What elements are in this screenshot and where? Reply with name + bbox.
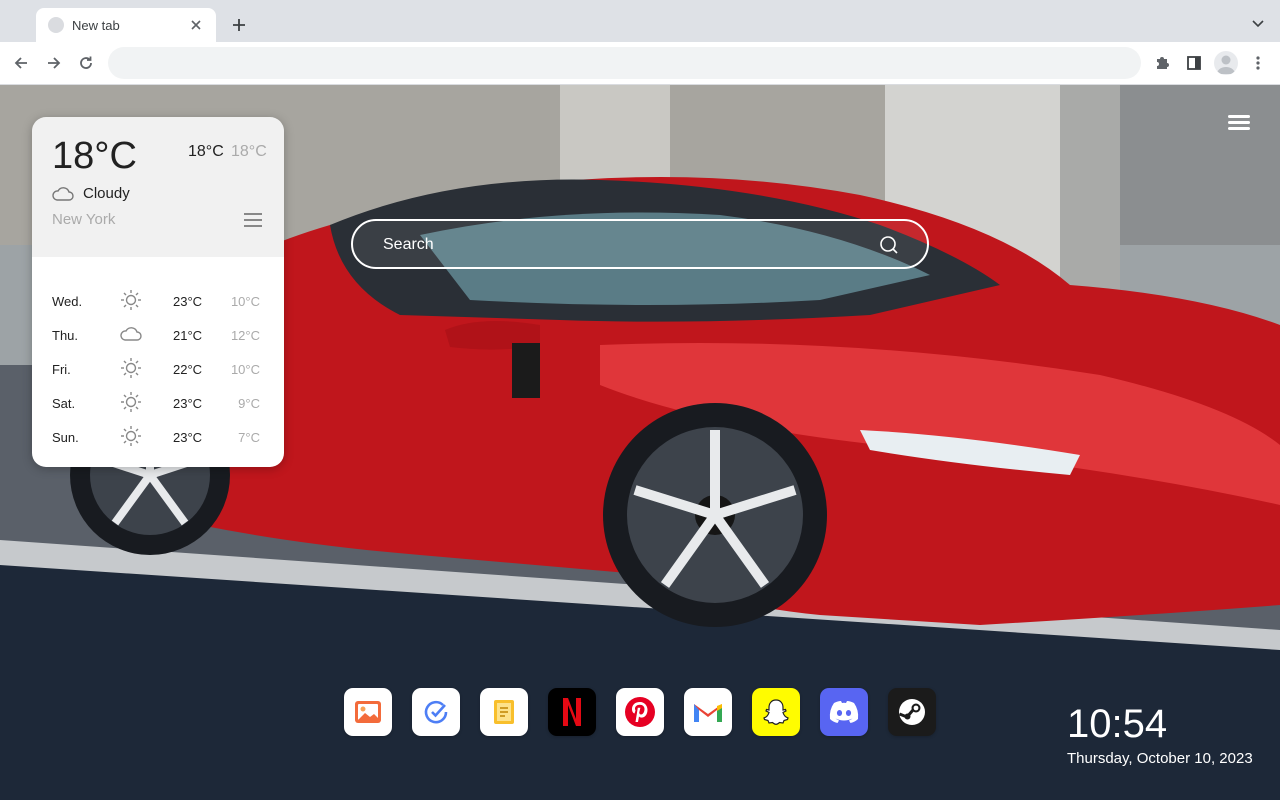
- arrow-right-icon[interactable]: [42, 51, 66, 75]
- discord-icon: [829, 701, 859, 723]
- note-icon: [494, 700, 514, 724]
- weather-condition: Cloudy: [83, 185, 130, 202]
- today-high: 18°C: [188, 143, 224, 160]
- forecast-high: 23°C: [173, 430, 203, 445]
- gmail-icon: [694, 704, 722, 722]
- forecast-day: Fri.: [52, 362, 71, 377]
- app-tasks[interactable]: [412, 688, 460, 736]
- tab-new-tab[interactable]: New tab: [36, 8, 216, 42]
- app-snapchat[interactable]: [752, 688, 800, 736]
- forecast-day: Wed.: [52, 294, 83, 309]
- forecast-day: Thu.: [52, 328, 79, 343]
- search-box: [351, 219, 929, 269]
- arrow-left-icon[interactable]: [9, 51, 33, 75]
- sun-icon: [121, 392, 141, 412]
- forecast-row: Wed. 23°C 10°C: [32, 283, 284, 317]
- forecast-low: 10°C: [230, 294, 260, 309]
- globe-icon: [48, 17, 64, 33]
- forecast-day: Sun.: [52, 430, 79, 445]
- app-gmail[interactable]: [684, 688, 732, 736]
- forecast-high: 21°C: [173, 328, 203, 343]
- forecast-row: Sun. 23°C 7°C: [32, 419, 284, 453]
- app-gallery[interactable]: [344, 688, 392, 736]
- weather-forecast: Wed. 23°C 10°C Thu. 21°C 12°C Fri. 22°C …: [32, 257, 284, 467]
- forecast-low: 12°C: [230, 328, 260, 343]
- avatar-icon[interactable]: [1214, 51, 1238, 75]
- cloud-icon: [52, 187, 74, 201]
- forecast-high: 23°C: [173, 396, 203, 411]
- browser-toolbar: [0, 42, 1280, 85]
- sun-icon: [121, 358, 141, 378]
- weather-widget: 18°C 18°C 18°C Cloudy New York Wed. 23°C…: [32, 117, 284, 467]
- tab-title: New tab: [72, 17, 120, 33]
- today-low: 18°C: [231, 143, 267, 160]
- snapchat-icon: [763, 699, 789, 725]
- plus-icon[interactable]: [228, 14, 250, 36]
- search-icon[interactable]: [879, 235, 899, 255]
- forecast-row: Thu. 21°C 12°C: [32, 317, 284, 351]
- clock-date: Thursday, October 10, 2023: [1067, 750, 1253, 767]
- clock-time: 10:54: [1067, 702, 1168, 746]
- tab-strip: New tab: [0, 0, 1280, 42]
- list-icon[interactable]: [244, 213, 262, 229]
- forecast-row: Sat. 23°C 9°C: [32, 385, 284, 419]
- image-icon: [355, 701, 381, 723]
- address-bar[interactable]: [108, 47, 1141, 79]
- forecast-high: 22°C: [173, 362, 203, 377]
- cloud-icon: [120, 327, 142, 341]
- kebab-menu-icon[interactable]: [1246, 51, 1270, 75]
- app-pinterest[interactable]: [616, 688, 664, 736]
- search-input[interactable]: [383, 233, 863, 257]
- weather-city: New York: [52, 211, 116, 228]
- chevron-down-icon[interactable]: [1248, 14, 1268, 34]
- netflix-icon: [563, 698, 581, 726]
- steam-icon: [898, 699, 925, 725]
- sun-icon: [121, 290, 141, 310]
- app-netflix[interactable]: [548, 688, 596, 736]
- check-icon: [424, 700, 448, 724]
- reload-icon[interactable]: [74, 51, 98, 75]
- pinterest-icon: [625, 697, 655, 727]
- app-notes[interactable]: [480, 688, 528, 736]
- current-temperature: 18°C: [52, 135, 137, 177]
- forecast-low: 7°C: [238, 430, 260, 445]
- forecast-low: 9°C: [238, 396, 260, 411]
- forecast-day: Sat.: [52, 396, 76, 411]
- new-tab-page: 18°C 18°C 18°C Cloudy New York Wed. 23°C…: [0, 85, 1280, 800]
- forecast-row: Fri. 22°C 10°C: [32, 351, 284, 385]
- hamburger-menu-icon[interactable]: [1228, 115, 1250, 133]
- forecast-low: 10°C: [230, 362, 260, 377]
- weather-current: 18°C 18°C 18°C Cloudy New York: [32, 117, 284, 257]
- close-icon[interactable]: [188, 17, 204, 33]
- forecast-high: 23°C: [173, 294, 203, 309]
- side-panel-icon[interactable]: [1182, 51, 1206, 75]
- puzzle-icon[interactable]: [1150, 51, 1174, 75]
- app-discord[interactable]: [820, 688, 868, 736]
- sun-icon: [121, 426, 141, 446]
- app-steam[interactable]: [888, 688, 936, 736]
